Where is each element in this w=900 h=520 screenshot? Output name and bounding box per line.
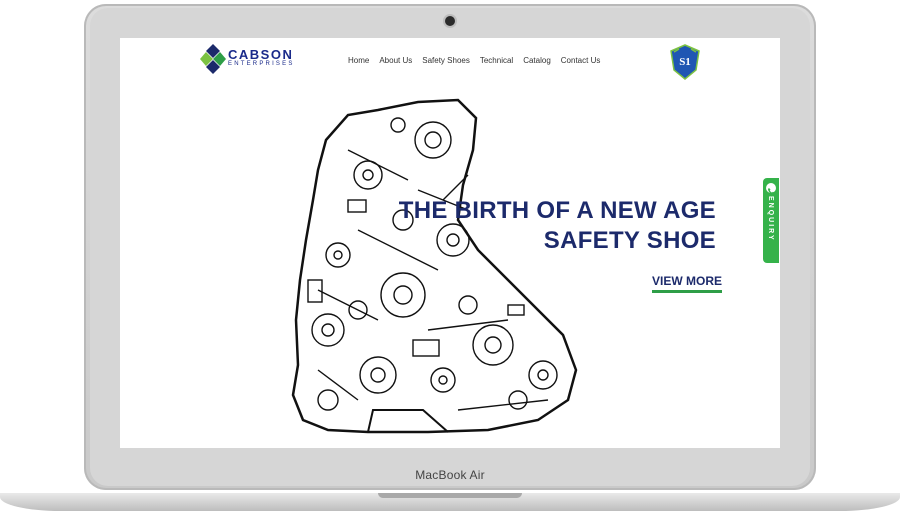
logo-name: CABSON bbox=[228, 47, 294, 62]
s1-badge: S1 bbox=[670, 44, 700, 80]
nav-contact-us[interactable]: Contact Us bbox=[561, 56, 601, 65]
nav-technical[interactable]: Technical bbox=[480, 56, 513, 65]
camera-icon bbox=[445, 16, 455, 26]
main-nav: Home About Us Safety Shoes Technical Cat… bbox=[348, 56, 600, 65]
view-more-button[interactable]: VIEW MORE bbox=[652, 274, 723, 293]
enquiry-tab[interactable]: ENQUIRY bbox=[763, 178, 779, 263]
mechanical-boot-illustration bbox=[291, 98, 578, 434]
laptop-screen: CABSON ENTERPRISES Home About Us Safety … bbox=[120, 38, 780, 448]
hero-title-line1: THE BIRTH OF A NEW AGE bbox=[398, 197, 716, 224]
nav-home[interactable]: Home bbox=[348, 56, 369, 65]
hero-headline: THE BIRTH OF A NEW AGE SAFETY SHOE bbox=[399, 196, 716, 256]
nav-safety-shoes[interactable]: Safety Shoes bbox=[422, 56, 470, 65]
laptop-hinge-notch bbox=[378, 493, 522, 498]
logo-subtitle: ENTERPRISES bbox=[228, 61, 295, 67]
device-model-label: MacBook Air bbox=[415, 468, 485, 482]
nav-about-us[interactable]: About Us bbox=[379, 56, 412, 65]
hero-title-line2: SAFETY SHOE bbox=[543, 227, 716, 254]
site-logo[interactable]: CABSON ENTERPRISES bbox=[200, 44, 330, 74]
nav-catalog[interactable]: Catalog bbox=[523, 56, 551, 65]
phone-icon bbox=[766, 183, 776, 195]
enquiry-label: ENQUIRY bbox=[767, 196, 774, 242]
badge-text: S1 bbox=[679, 56, 691, 68]
diamond-logo-icon bbox=[200, 44, 226, 74]
